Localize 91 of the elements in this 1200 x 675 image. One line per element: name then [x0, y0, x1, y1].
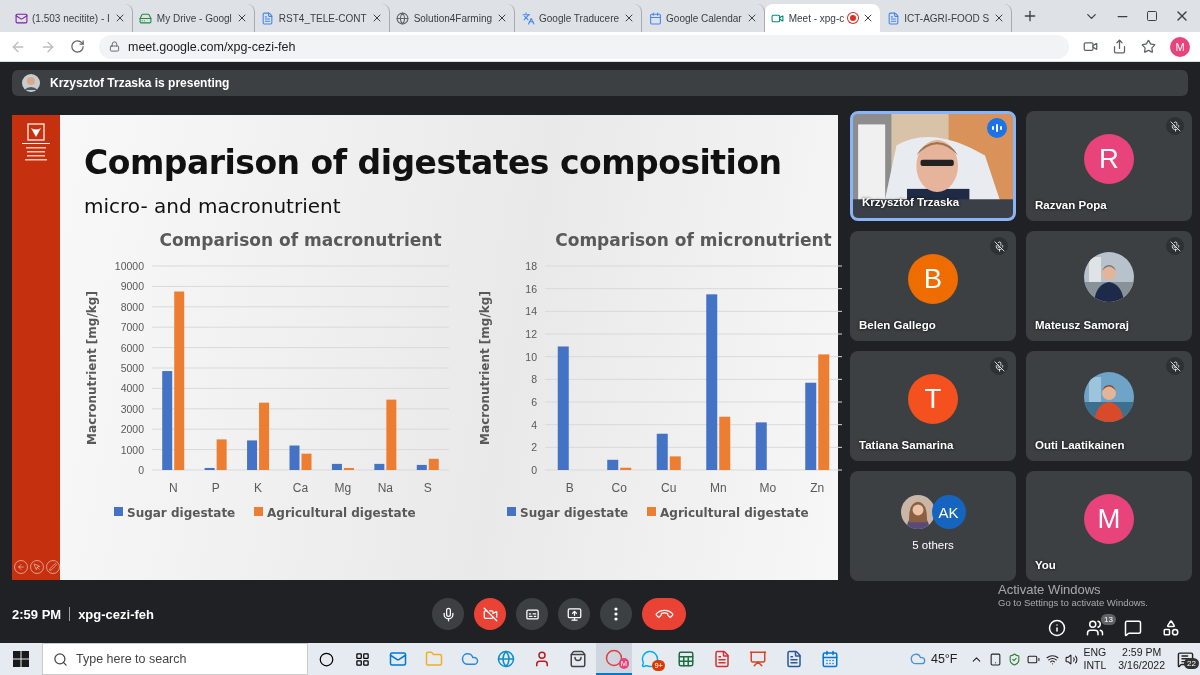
participant-tile[interactable]: Krzysztof Trzaska — [850, 111, 1016, 221]
bookmark-star-icon[interactable] — [1141, 39, 1156, 54]
participant-tile[interactable]: Mateusz Samoraj — [1026, 231, 1192, 341]
video-camera-icon[interactable] — [1083, 39, 1098, 54]
participant-name: Razvan Popa — [1035, 199, 1107, 211]
bag-icon — [569, 650, 587, 668]
search-icon — [53, 651, 68, 667]
maximize-icon[interactable] — [1146, 10, 1158, 22]
people-icon — [1086, 619, 1104, 637]
document-icon — [785, 650, 803, 668]
presentation-icon — [749, 650, 767, 668]
activation-text: Go to Settings to activate Windows. — [998, 597, 1148, 608]
address-field[interactable]: meet.google.com/xpg-cezi-feh — [99, 34, 1069, 59]
search-field[interactable]: Type here to search — [42, 643, 308, 675]
shapes-icon — [1162, 619, 1180, 637]
avatar: AK — [931, 495, 966, 529]
camera-button[interactable] — [474, 598, 506, 630]
avatar: T — [908, 374, 958, 424]
participant-tile[interactable]: M You — [1026, 471, 1192, 581]
participant-name: Belen Gallego — [859, 319, 936, 331]
info-icon — [1048, 619, 1066, 637]
globe-icon — [497, 650, 515, 668]
more-options-button[interactable] — [600, 598, 632, 630]
activation-title: Activate Windows — [998, 582, 1102, 597]
keyboard-layout[interactable]: INTL — [1083, 659, 1107, 672]
captions-icon — [524, 606, 540, 622]
present-button[interactable] — [558, 598, 590, 630]
document-icon — [261, 11, 275, 25]
meeting-time: 2:59 PM — [12, 606, 62, 622]
task-view-icon — [354, 651, 370, 667]
close-icon[interactable] — [496, 12, 508, 24]
avatar: R — [1084, 134, 1134, 184]
globe-icon — [396, 11, 410, 25]
language-indicator[interactable]: ENG — [1083, 646, 1107, 659]
avatar: M — [1084, 494, 1134, 544]
mail-icon — [14, 11, 28, 25]
chat-button[interactable] — [1124, 619, 1142, 637]
mail-icon — [389, 650, 407, 668]
participant-tile[interactable]: T Tatiana Samarina — [850, 351, 1016, 461]
cloud-icon — [461, 650, 479, 668]
notification-count: 22 — [1184, 657, 1199, 669]
meeting-code: xpg-cezi-feh — [78, 606, 154, 622]
calendar-icon — [821, 650, 839, 668]
circle-icon — [318, 651, 334, 667]
banner-text: Krzysztof Trzaska is presenting — [50, 76, 230, 90]
activities-button[interactable] — [1162, 619, 1180, 637]
folder-icon — [425, 650, 443, 668]
participant-name: Outi Laatikainen — [1035, 439, 1125, 451]
more-icon — [614, 607, 618, 621]
chat-icon — [1124, 619, 1142, 637]
shield-icon[interactable] — [1007, 652, 1021, 666]
camera-off-icon — [482, 606, 498, 622]
windows-logo-icon — [13, 651, 29, 667]
info-button[interactable] — [1048, 619, 1066, 637]
microphone-icon — [440, 606, 456, 622]
reload-icon[interactable] — [70, 39, 85, 54]
present-screen-icon — [566, 606, 582, 622]
participant-tile[interactable]: R Razvan Popa — [1026, 111, 1192, 221]
presenter-avatar-icon — [22, 74, 40, 92]
people-button[interactable] — [1086, 619, 1104, 637]
document-icon — [886, 11, 900, 25]
participant-name: Tatiana Samarina — [859, 439, 954, 451]
participant-tile[interactable]: Outi Laatikainen — [1026, 351, 1192, 461]
translate-icon — [521, 11, 535, 25]
speaker-icon[interactable] — [1064, 652, 1078, 666]
participant-name: Krzysztof Trzaska — [862, 196, 960, 208]
participant-name: Mateusz Samoraj — [1035, 319, 1129, 331]
clock-time[interactable]: 2:59 PM — [1122, 646, 1162, 659]
browser-tab[interactable]: Meet - xpg-c — [764, 4, 881, 32]
captions-button[interactable] — [516, 598, 548, 630]
drive-icon — [139, 11, 153, 25]
cloud-icon — [909, 651, 926, 667]
wifi-icon[interactable] — [1045, 652, 1059, 666]
microphone-button[interactable] — [432, 598, 464, 630]
profile-avatar[interactable]: M — [1170, 36, 1190, 57]
participant-name: You — [1035, 559, 1056, 571]
people-count: 13 — [1101, 614, 1116, 625]
document-icon — [713, 650, 731, 668]
person-icon — [533, 650, 551, 668]
clock-date[interactable]: 3/16/2022 — [1118, 659, 1165, 672]
participant-name: 5 others — [912, 539, 954, 551]
lock-icon — [109, 41, 120, 52]
avatar: B — [908, 254, 958, 304]
leave-call-button[interactable] — [642, 598, 686, 630]
participant-tile[interactable]: AK 5 others — [850, 471, 1016, 581]
tablet-icon[interactable] — [988, 652, 1002, 666]
share-icon[interactable] — [1112, 39, 1127, 54]
calendar-icon — [648, 11, 662, 25]
weather-temperature[interactable]: 45°F — [930, 652, 958, 666]
participant-tile[interactable]: B Belen Gallego — [850, 231, 1016, 341]
spreadsheet-icon — [677, 650, 695, 668]
